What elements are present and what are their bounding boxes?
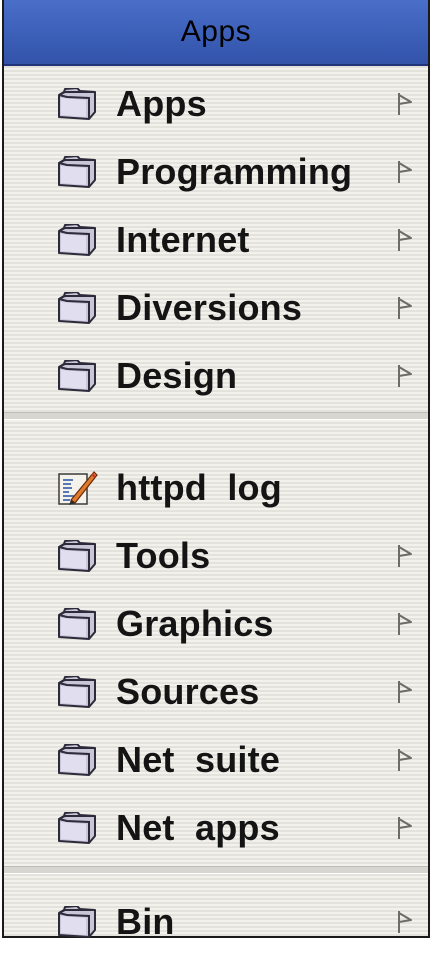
menu-item-net-apps[interactable]: Net apps <box>4 794 428 862</box>
document-edit-icon <box>58 471 98 505</box>
submenu-arrow-icon <box>398 297 412 319</box>
menu-item-apps[interactable]: Apps <box>4 70 428 138</box>
menu-separator <box>4 866 428 874</box>
menu-item-label: Net suite <box>116 739 281 780</box>
folder-icon <box>58 540 96 572</box>
menu-item-internet[interactable]: Internet <box>4 206 428 274</box>
folder-icon <box>58 608 96 640</box>
menu-item-diversions[interactable]: Diversions <box>4 274 428 342</box>
menu-item-httpd-log[interactable]: httpd log <box>4 454 428 522</box>
menu-item-label: Design <box>116 355 238 396</box>
folder-icon <box>58 88 96 120</box>
menu-title: Apps <box>180 15 252 48</box>
menu-item-label: Graphics <box>116 603 274 644</box>
menu-item-label: Sources <box>116 671 260 712</box>
submenu-arrow-icon <box>398 817 412 839</box>
menu-item-label: Tools <box>116 535 211 576</box>
submenu-arrow-icon <box>398 93 412 115</box>
menu-item-label: Programming <box>116 151 353 192</box>
folder-icon <box>58 292 96 324</box>
folder-icon <box>58 906 96 938</box>
menu-separator <box>4 412 428 420</box>
menu-item-label: Apps <box>116 83 207 124</box>
submenu-arrow-icon <box>398 161 412 183</box>
submenu-arrow-icon <box>398 911 412 933</box>
menu-item-label: Bin <box>116 901 175 942</box>
folder-icon <box>58 744 96 776</box>
menu-item-label: Net apps <box>116 807 280 848</box>
menu-item-net-suite[interactable]: Net suite <box>4 726 428 794</box>
menu-item-tools[interactable]: Tools <box>4 522 428 590</box>
menu-item-label: httpd log <box>116 467 282 508</box>
menu-item-label: Internet <box>116 219 250 260</box>
menu-group-1: Apps Programming Internet Diversions Des… <box>4 66 428 410</box>
menu-item-label: Diversions <box>116 287 303 328</box>
folder-icon <box>58 360 96 392</box>
folder-icon <box>58 156 96 188</box>
apps-menu: Apps Apps Programming Internet Diversion… <box>2 0 430 942</box>
folder-icon <box>58 676 96 708</box>
submenu-arrow-icon <box>398 749 412 771</box>
folder-icon <box>58 812 96 844</box>
menu-title-bar[interactable]: Apps <box>4 0 428 66</box>
menu-item-sources[interactable]: Sources <box>4 658 428 726</box>
submenu-arrow-icon <box>398 545 412 567</box>
submenu-arrow-icon <box>398 365 412 387</box>
submenu-arrow-icon <box>398 229 412 251</box>
menu-item-design[interactable]: Design <box>4 342 428 410</box>
menu-group-2: httpd log Tools Graphics Sources Net sui… <box>4 428 428 862</box>
menu-item-bin[interactable]: Bin <box>4 888 428 956</box>
menu-item-graphics[interactable]: Graphics <box>4 590 428 658</box>
submenu-arrow-icon <box>398 681 412 703</box>
folder-icon <box>58 224 96 256</box>
submenu-arrow-icon <box>398 613 412 635</box>
menu-item-programming[interactable]: Programming <box>4 138 428 206</box>
menu-group-3: Bin <box>4 882 428 956</box>
